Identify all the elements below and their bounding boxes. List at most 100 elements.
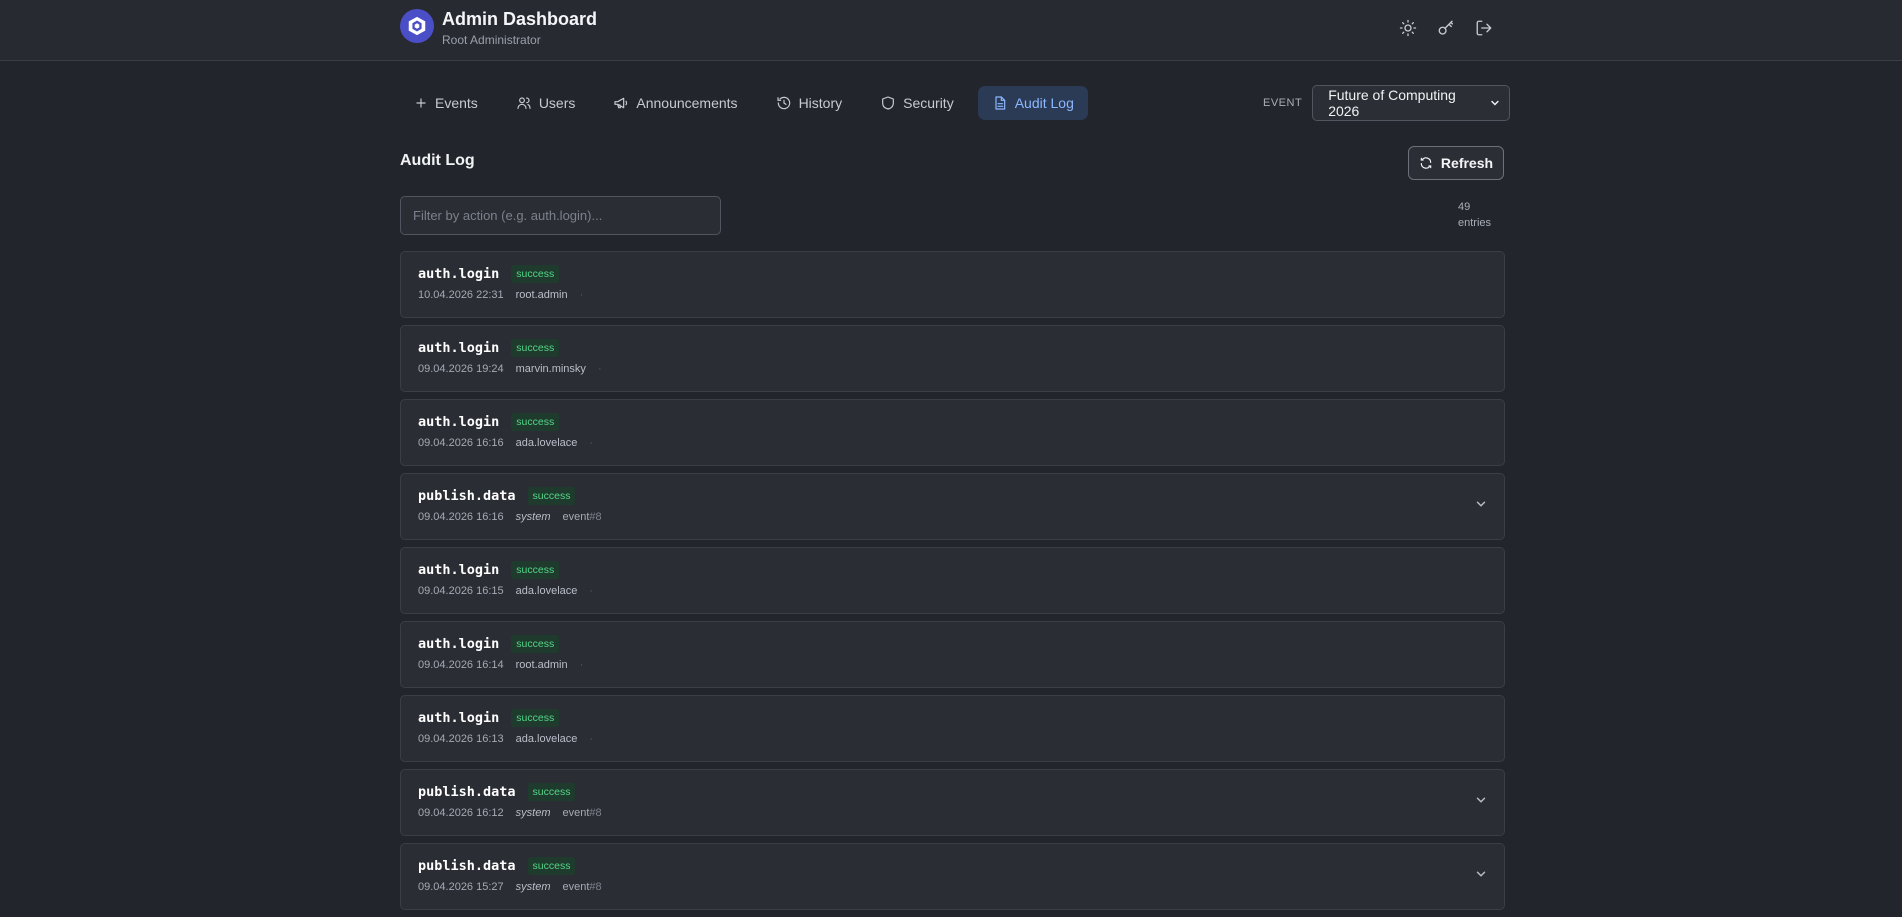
event-selector: EVENT Future of Computing 2026 (1263, 85, 1511, 121)
log-target-empty: · (589, 585, 594, 597)
log-target-id: #8 (589, 881, 602, 893)
log-timestamp: 10.04.2026 22:31 (418, 289, 504, 301)
status-badge: success (511, 339, 560, 357)
audit-log-list: auth.login success 10.04.2026 22:31 root.ad… (400, 251, 1505, 917)
event-selected-value: Future of Computing 2026 (1328, 87, 1456, 119)
log-action: auth.login (418, 266, 500, 282)
chevron-down-icon (1491, 100, 1499, 106)
status-badge: success (527, 783, 576, 801)
log-entry: auth.login success 09.04.2026 16:13 ada.lov… (400, 695, 1505, 762)
megaphone-icon (614, 97, 628, 109)
status-badge: success (511, 413, 560, 431)
log-entry[interactable]: publish.data success 09.04.2026 16:12 syste… (400, 769, 1505, 836)
tab-label: Audit Log (1014, 95, 1074, 111)
log-entry[interactable]: publish.data success 09.04.2026 16:16 syste… (400, 473, 1505, 540)
log-target-type: event (562, 881, 590, 893)
app-title: Admin Dashboard (442, 9, 598, 29)
log-target-id: #8 (589, 807, 602, 819)
sun-icon (1399, 19, 1417, 37)
log-target-empty: · (589, 437, 594, 449)
users-icon (517, 97, 531, 109)
log-target: event#8 (562, 807, 601, 819)
tab-audit-log[interactable]: Audit Log (977, 86, 1088, 120)
log-user: system (515, 807, 551, 819)
page-title: Audit Log (400, 152, 475, 169)
log-action: auth.login (418, 562, 500, 578)
log-entry: auth.login success 09.04.2026 19:24 marvin.… (400, 325, 1505, 392)
log-timestamp: 09.04.2026 16:14 (418, 659, 504, 671)
tab-label: Announcements (636, 95, 738, 111)
log-entry[interactable]: publish.data success 09.04.2026 15:27 syste… (400, 843, 1505, 910)
tab-users[interactable]: Users (502, 86, 590, 120)
change-password-button[interactable] (1436, 18, 1456, 38)
refresh-button[interactable]: Refresh (1408, 146, 1504, 180)
log-action: publish.data (418, 488, 516, 504)
status-badge: success (527, 487, 576, 505)
status-badge: success (511, 709, 560, 727)
log-entry: auth.login success 09.04.2026 16:16 ada.lov… (400, 399, 1505, 466)
key-icon (1438, 20, 1454, 35)
entry-count: 49 entries (1458, 199, 1491, 231)
log-timestamp: 09.04.2026 16:15 (418, 585, 504, 597)
log-target: event#8 (562, 511, 601, 523)
log-user: ada.lovelace (515, 733, 578, 745)
log-entry: auth.login success 09.04.2026 16:15 ada.lov… (400, 547, 1505, 614)
event-label: EVENT (1263, 97, 1303, 109)
log-action: publish.data (418, 784, 516, 800)
log-action: auth.login (418, 340, 500, 356)
theme-toggle-button[interactable] (1398, 18, 1418, 38)
log-user: system (515, 511, 551, 523)
log-timestamp: 09.04.2026 16:13 (418, 733, 504, 745)
cube-logo-icon (400, 9, 434, 43)
shield-icon (882, 96, 895, 110)
filter-input[interactable] (400, 196, 721, 235)
brand: Admin Dashboard Root Administrator (400, 8, 597, 48)
log-user: ada.lovelace (515, 585, 578, 597)
status-badge: success (511, 265, 560, 283)
user-role: Root Administrator (442, 33, 541, 47)
plus-icon (416, 98, 426, 108)
log-user: root.admin (515, 289, 568, 301)
log-action: publish.data (418, 858, 516, 874)
log-user: ada.lovelace (515, 437, 578, 449)
log-timestamp: 09.04.2026 16:12 (418, 807, 504, 819)
document-icon (995, 96, 1005, 110)
tab-security[interactable]: Security (866, 86, 968, 120)
chevron-down-icon[interactable] (1474, 497, 1488, 511)
event-select[interactable]: Future of Computing 2026 (1312, 85, 1511, 121)
log-user: system (515, 881, 551, 893)
log-target-empty: · (579, 289, 584, 301)
tab-label: Users (538, 95, 576, 111)
logout-button[interactable] (1474, 18, 1494, 38)
history-icon (776, 96, 790, 110)
refresh-icon (1420, 157, 1432, 169)
top-bar: Admin Dashboard Root Administrator (0, 0, 1902, 61)
log-user: root.admin (515, 659, 568, 671)
nav-tabs: Events Users Announcements History Secur… (400, 86, 1088, 120)
log-timestamp: 09.04.2026 16:16 (418, 437, 504, 449)
log-timestamp: 09.04.2026 16:16 (418, 511, 504, 523)
log-action: auth.login (418, 414, 500, 430)
log-target-id: #8 (589, 511, 602, 523)
chevron-down-icon[interactable] (1474, 867, 1488, 881)
status-badge: success (511, 635, 560, 653)
log-target-type: event (562, 511, 590, 523)
log-target-type: event (562, 807, 590, 819)
tab-label: History (798, 95, 843, 111)
log-action: auth.login (418, 636, 500, 652)
entry-count-unit: entries (1458, 217, 1492, 229)
log-target-empty: · (589, 733, 594, 745)
tab-announcements[interactable]: Announcements (599, 86, 751, 120)
logout-icon (1476, 20, 1492, 36)
tab-label: Security (903, 95, 954, 111)
status-badge: success (511, 561, 560, 579)
log-user: marvin.minsky (515, 363, 586, 375)
tab-events[interactable]: Events (400, 86, 492, 120)
tab-history[interactable]: History (762, 86, 857, 120)
entry-count-number: 49 (1458, 201, 1471, 213)
log-target-empty: · (579, 659, 584, 671)
refresh-label: Refresh (1440, 155, 1494, 171)
log-entry: auth.login success 09.04.2026 16:14 root.ad… (400, 621, 1505, 688)
chevron-down-icon[interactable] (1474, 793, 1488, 807)
log-target-empty: · (597, 363, 602, 375)
